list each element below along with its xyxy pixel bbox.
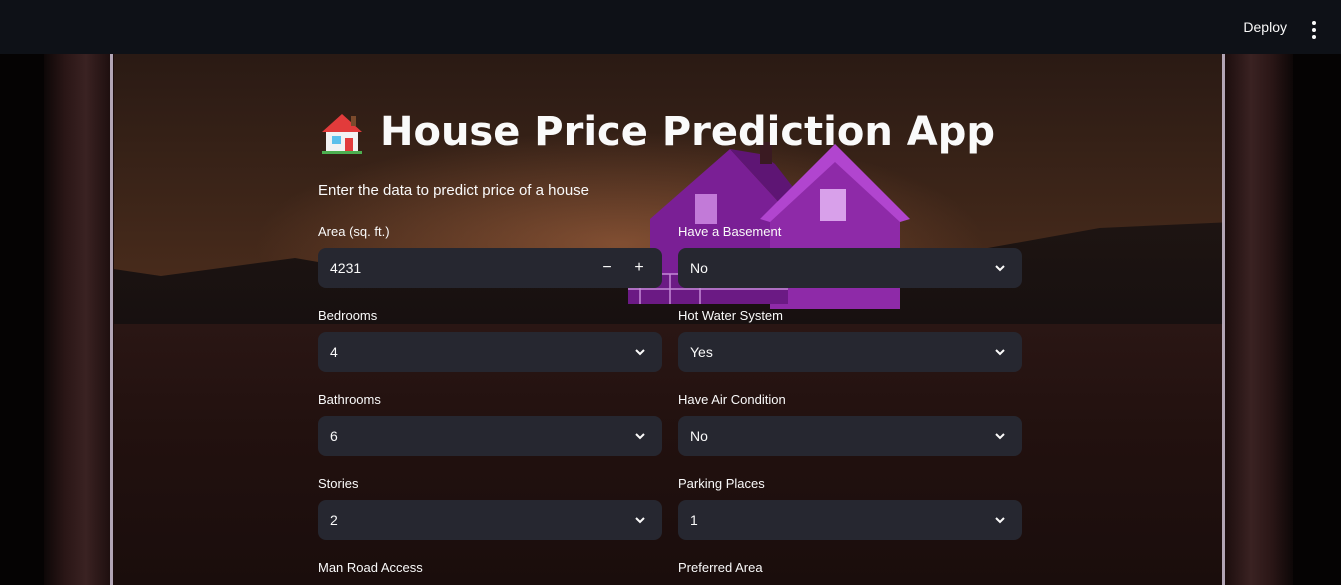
parking-value: 1 xyxy=(690,512,698,528)
bathrooms-label: Bathrooms xyxy=(318,392,381,407)
area-value[interactable]: 4231 xyxy=(330,260,600,276)
bathrooms-field: Bathrooms 6 xyxy=(318,392,662,456)
chevron-down-icon xyxy=(635,433,645,440)
bathrooms-value: 6 xyxy=(330,428,338,444)
preferred-area-label: Preferred Area xyxy=(678,560,763,575)
main-road-field: Man Road Access xyxy=(318,560,662,576)
area-label: Area (sq. ft.) xyxy=(318,224,390,239)
increment-button[interactable]: + xyxy=(632,259,646,277)
basement-value: No xyxy=(690,260,708,276)
deploy-button[interactable]: Deploy xyxy=(1243,19,1287,35)
page-title-text: House Price Prediction App xyxy=(380,109,995,155)
basement-label: Have a Basement xyxy=(678,224,782,239)
preferred-area-field: Preferred Area xyxy=(678,560,1022,576)
bedrooms-select[interactable]: 4 xyxy=(318,332,662,372)
chevron-down-icon xyxy=(995,265,1005,272)
page-title: House Price Prediction App xyxy=(318,108,995,156)
hot-water-value: Yes xyxy=(690,344,713,360)
area-field: Area (sq. ft.) 4231 − + xyxy=(318,224,662,288)
chevron-down-icon xyxy=(995,349,1005,356)
more-vertical-icon[interactable] xyxy=(1307,21,1321,39)
hot-water-select[interactable]: Yes xyxy=(678,332,1022,372)
chevron-down-icon xyxy=(995,433,1005,440)
parking-label: Parking Places xyxy=(678,476,765,491)
bedrooms-value: 4 xyxy=(330,344,338,360)
house-icon xyxy=(322,114,362,154)
hot-water-label: Hot Water System xyxy=(678,308,783,323)
chevron-down-icon xyxy=(995,517,1005,524)
chevron-down-icon xyxy=(635,349,645,356)
top-bar: Deploy xyxy=(0,0,1341,54)
stories-select[interactable]: 2 xyxy=(318,500,662,540)
air-condition-label: Have Air Condition xyxy=(678,392,786,407)
area-input[interactable]: 4231 − + xyxy=(318,248,662,288)
stories-value: 2 xyxy=(330,512,338,528)
basement-field: Have a Basement No xyxy=(678,224,1022,288)
decrement-button[interactable]: − xyxy=(600,259,614,277)
page-subtitle: Enter the data to predict price of a hou… xyxy=(318,182,590,199)
air-condition-field: Have Air Condition No xyxy=(678,392,1022,456)
hot-water-field: Hot Water System Yes xyxy=(678,308,1022,372)
parking-select[interactable]: 1 xyxy=(678,500,1022,540)
main-road-label: Man Road Access xyxy=(318,560,423,575)
stories-label: Stories xyxy=(318,476,359,491)
air-condition-value: No xyxy=(690,428,708,444)
chevron-down-icon xyxy=(635,517,645,524)
bedrooms-label: Bedrooms xyxy=(318,308,378,323)
bedrooms-field: Bedrooms 4 xyxy=(318,308,662,372)
stories-field: Stories 2 xyxy=(318,476,662,540)
air-condition-select[interactable]: No xyxy=(678,416,1022,456)
basement-select[interactable]: No xyxy=(678,248,1022,288)
bathrooms-select[interactable]: 6 xyxy=(318,416,662,456)
parking-field: Parking Places 1 xyxy=(678,476,1022,540)
